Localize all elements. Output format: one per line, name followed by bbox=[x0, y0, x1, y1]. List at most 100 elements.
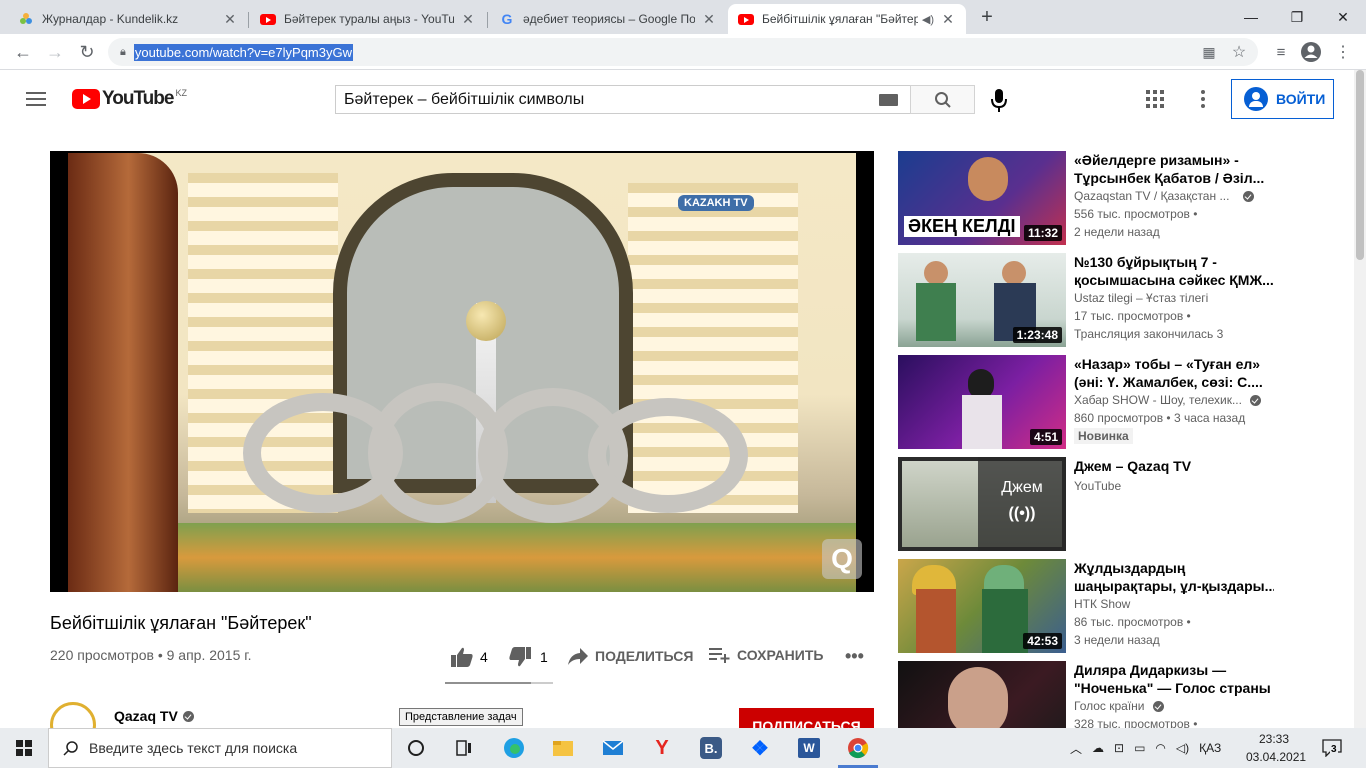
recommendation-channel: YouTube bbox=[1074, 479, 1122, 493]
tab-current-video[interactable]: Бейбітшілік ұялаған "Бәйтерек" ◀) ✕ bbox=[728, 4, 966, 34]
dislike-button[interactable]: 1 bbox=[508, 646, 548, 668]
tab-label: Журналдар - Kundelik.kz bbox=[42, 12, 179, 26]
minimize-icon[interactable]: — bbox=[1228, 0, 1274, 34]
video-frame[interactable]: KAZAKH TV bbox=[68, 153, 856, 592]
recommendation-channel-row: Qazaqstan TV / Қазақстан ... bbox=[1074, 189, 1255, 203]
dropbox-icon[interactable]: ❖ bbox=[746, 734, 774, 762]
search-input[interactable]: Бәйтерек – бейбітшілік символы bbox=[335, 85, 911, 114]
recommendation-item[interactable]: ӘКЕҢ КЕЛДІ 11:32 «Әйелдерге ризамын» - Т… bbox=[898, 151, 1338, 247]
yandex-browser-icon[interactable]: Y bbox=[648, 734, 676, 762]
video-title: Бейбітшілік ұялаған "Бәйтерек" bbox=[50, 613, 312, 633]
recommendation-title[interactable]: №130 бұйрықтың 7 - қосымшасына сәйкес ҚМ… bbox=[1074, 253, 1274, 289]
network-status-icon[interactable]: ⊡ bbox=[1114, 741, 1124, 755]
bookmark-star-icon[interactable]: ☆ bbox=[1226, 39, 1252, 65]
mix-thumbnail[interactable]: Джем ((•)) bbox=[898, 457, 1066, 551]
chrome-menu-icon[interactable]: ⋮ bbox=[1330, 39, 1356, 65]
cortana-icon[interactable] bbox=[402, 734, 430, 762]
word-icon[interactable]: W bbox=[795, 734, 823, 762]
verified-icon bbox=[1152, 700, 1164, 712]
sign-in-button[interactable]: ВОЙТИ bbox=[1231, 79, 1334, 119]
profile-icon[interactable] bbox=[1298, 39, 1324, 65]
channel-name[interactable]: Qazaq TV bbox=[114, 708, 178, 724]
notifications-icon[interactable]: 3 bbox=[1320, 736, 1344, 760]
file-explorer-icon[interactable] bbox=[549, 734, 577, 762]
input-language[interactable]: ҚАЗ bbox=[1199, 741, 1221, 755]
recommendation-channel: Хабар SHOW - Шоу, телехик... bbox=[1074, 393, 1242, 407]
view-count: 220 просмотров bbox=[50, 647, 154, 663]
microphone-icon[interactable] bbox=[990, 87, 1008, 113]
recommendation-item[interactable]: Диляра Дидаркизы — "Ноченька" — Голос ст… bbox=[898, 661, 1338, 728]
video-thumbnail[interactable]: 1:23:48 bbox=[898, 253, 1066, 347]
battery-icon[interactable]: ▭ bbox=[1134, 741, 1145, 755]
system-clock[interactable]: 23:33 03.04.2021 bbox=[1246, 730, 1306, 766]
recommendation-item[interactable]: 1:23:48 №130 бұйрықтың 7 - қосымшасына с… bbox=[898, 253, 1338, 349]
back-icon[interactable]: ← bbox=[10, 39, 36, 65]
save-button[interactable]: СОХРАНИТЬ bbox=[709, 646, 823, 664]
video-player[interactable]: KAZAKH TV Q bbox=[50, 151, 874, 592]
show-hidden-icons-icon[interactable]: ︿ bbox=[1070, 740, 1082, 757]
onedrive-icon[interactable]: ☁ bbox=[1092, 741, 1104, 755]
recommendation-title[interactable]: Диляра Дидаркизы — "Ноченька" — Голос ст… bbox=[1074, 661, 1274, 697]
recommendation-title[interactable]: Джем – Qazaq TV bbox=[1074, 457, 1274, 475]
recommendation-age: 3 недели назад bbox=[1074, 633, 1160, 647]
recommendation-title[interactable]: «Назар» тобы – «Туған ел» (әні: Ү. Жамал… bbox=[1074, 355, 1274, 391]
audio-playing-icon[interactable]: ◀) bbox=[922, 13, 934, 26]
video-thumbnail[interactable]: 42:53 bbox=[898, 559, 1066, 653]
youtube-play-icon bbox=[72, 89, 100, 109]
scrollbar-thumb[interactable] bbox=[1356, 70, 1364, 260]
recommendation-title[interactable]: Жұлдыздардың шаңырақтары, ұл-қыздары... bbox=[1074, 559, 1274, 595]
share-button[interactable]: ПОДЕЛИТЬСЯ bbox=[567, 646, 693, 666]
close-tab-icon[interactable]: ✕ bbox=[460, 11, 476, 28]
tab-divider bbox=[248, 12, 249, 28]
reload-icon[interactable]: ↻ bbox=[74, 39, 100, 65]
youtube-logo[interactable]: YouTube KZ bbox=[72, 88, 187, 110]
recommendation-item[interactable]: 4:51 «Назар» тобы – «Туған ел» (әні: Ү. … bbox=[898, 355, 1338, 451]
url-text[interactable]: youtube.com/watch?v=e7lyPqm3yGw bbox=[133, 43, 353, 61]
task-view-icon[interactable] bbox=[450, 734, 478, 762]
apps-grid-icon[interactable] bbox=[1146, 90, 1164, 108]
youtube-header: YouTube KZ Бәйтерек – бейбітшілік символ… bbox=[0, 70, 1366, 127]
taskbar-search-input[interactable]: Введите здесь текст для поиска bbox=[48, 728, 392, 768]
wifi-icon[interactable]: ◠ bbox=[1155, 741, 1165, 755]
clock-time: 23:33 bbox=[1258, 732, 1290, 746]
restore-icon[interactable]: ❐ bbox=[1274, 0, 1320, 34]
new-tab-icon[interactable]: + bbox=[973, 3, 1001, 31]
more-actions-icon[interactable]: ••• bbox=[845, 646, 864, 667]
edge-icon[interactable] bbox=[500, 734, 528, 762]
share-icon bbox=[568, 648, 588, 665]
video-thumbnail[interactable] bbox=[898, 661, 1066, 728]
search-button[interactable] bbox=[910, 85, 975, 114]
keyboard-icon[interactable] bbox=[879, 94, 898, 106]
close-tab-icon[interactable]: ✕ bbox=[222, 11, 238, 28]
qr-code-icon[interactable]: ▦ bbox=[1196, 39, 1222, 65]
tab-kundelik[interactable]: Журналдар - Kundelik.kz ✕ bbox=[8, 4, 248, 34]
channel-name-row[interactable]: Qazaq TV bbox=[114, 708, 194, 724]
hamburger-menu-icon[interactable] bbox=[26, 92, 46, 106]
tab-youtube-legend[interactable]: Бәйтерек туралы аңыз - YouTube ✕ bbox=[250, 4, 486, 34]
video-thumbnail[interactable]: 4:51 bbox=[898, 355, 1066, 449]
settings-dots-icon[interactable] bbox=[1200, 90, 1206, 108]
recommendation-views: 556 тыс. просмотров • bbox=[1074, 207, 1198, 221]
like-button[interactable]: 4 bbox=[450, 646, 488, 668]
recommendation-channel: Qazaqstan TV / Қазақстан ... bbox=[1074, 189, 1230, 203]
close-tab-icon[interactable]: ✕ bbox=[701, 11, 717, 28]
video-thumbnail[interactable]: ӘКЕҢ КЕЛДІ 11:32 bbox=[898, 151, 1066, 245]
media-control-icon[interactable]: ≡ bbox=[1268, 39, 1294, 65]
close-window-icon[interactable]: ✕ bbox=[1320, 0, 1366, 34]
recommendation-title[interactable]: «Әйелдерге ризамын» - Тұрсынбек Қабатов … bbox=[1074, 151, 1274, 187]
start-button[interactable] bbox=[0, 728, 48, 768]
tab-google-search[interactable]: G әдебиет теориясы – Google Поиск ✕ bbox=[489, 4, 727, 34]
channel-watermark[interactable]: Q bbox=[822, 539, 862, 579]
mail-icon[interactable] bbox=[599, 734, 627, 762]
vk-app-icon[interactable]: В. bbox=[697, 734, 725, 762]
address-bar[interactable]: 🔒︎ youtube.com/watch?v=e7lyPqm3yGw bbox=[108, 38, 1258, 66]
volume-icon[interactable]: ◁) bbox=[1176, 741, 1189, 755]
recommendation-item[interactable]: 42:53 Жұлдыздардың шаңырақтары, ұл-қызда… bbox=[898, 559, 1338, 655]
lock-icon[interactable]: 🔒︎ bbox=[120, 46, 126, 59]
thumbnail-person bbox=[916, 589, 956, 653]
close-tab-icon[interactable]: ✕ bbox=[940, 11, 956, 28]
thumbnail-person bbox=[916, 283, 956, 341]
recommendation-item[interactable]: Джем ((•)) Джем – Qazaq TV YouTube bbox=[898, 457, 1338, 553]
chrome-icon[interactable] bbox=[844, 734, 872, 762]
forward-icon[interactable]: → bbox=[42, 39, 68, 65]
